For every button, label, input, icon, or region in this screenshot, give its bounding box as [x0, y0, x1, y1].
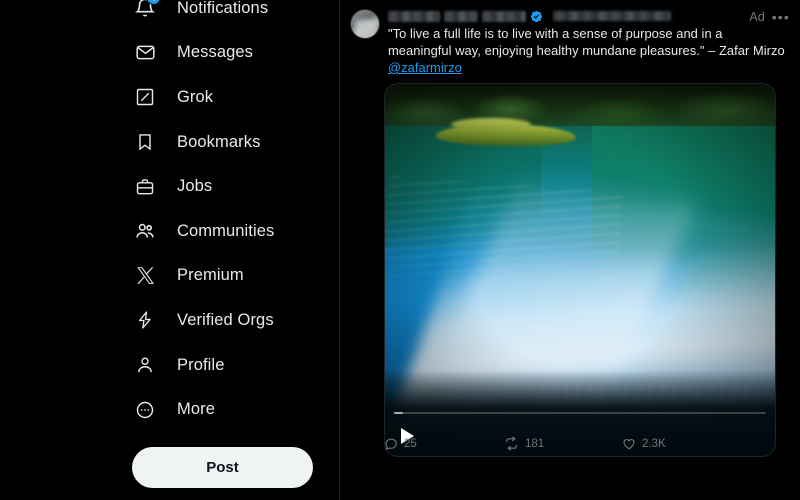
- sidebar-item-premium[interactable]: Premium: [132, 254, 332, 299]
- reply-action[interactable]: 25: [384, 437, 504, 451]
- more-circle-icon: [132, 397, 158, 423]
- sidebar-item-label: Verified Orgs: [177, 310, 274, 329]
- sidebar-item-label: More: [177, 400, 215, 419]
- repost-count: 181: [525, 437, 545, 450]
- ad-controls: Ad •••: [749, 10, 790, 24]
- more-options-icon[interactable]: •••: [772, 10, 790, 24]
- person-icon: [132, 352, 158, 378]
- repost-icon: [504, 436, 519, 451]
- x-logo-icon: [132, 263, 158, 289]
- sidebar-item-notifications[interactable]: 4 Notifications: [132, 0, 332, 31]
- sidebar-item-bookmarks[interactable]: Bookmarks: [132, 120, 332, 165]
- tweet-text: "To live a full life is to live with a s…: [388, 25, 788, 76]
- video-player[interactable]: [384, 83, 776, 457]
- post-button[interactable]: Post: [132, 447, 313, 488]
- sidebar-item-verified-orgs[interactable]: Verified Orgs: [132, 298, 332, 343]
- sidebar-item-label: Premium: [177, 266, 244, 285]
- feed-column: "To live a full life is to live with a s…: [340, 0, 800, 500]
- avatar[interactable]: [350, 9, 380, 39]
- tweet-header-right: "To live a full life is to live with a s…: [388, 8, 788, 76]
- like-action[interactable]: 2.3K: [622, 437, 732, 451]
- repost-action[interactable]: 181: [504, 436, 622, 451]
- sidebar-item-label: Profile: [177, 355, 225, 374]
- verified-badge-icon: [530, 10, 543, 23]
- envelope-icon: [132, 40, 158, 66]
- primary-sidebar: 4 Notifications Messages: [0, 0, 340, 500]
- sidebar-item-profile[interactable]: Profile: [132, 343, 332, 388]
- briefcase-icon: [132, 174, 158, 200]
- sidebar-item-messages[interactable]: Messages: [132, 31, 332, 76]
- sidebar-item-grok[interactable]: Grok: [132, 75, 332, 120]
- sidebar-item-label: Grok: [177, 87, 214, 106]
- x-app-window: 4 Notifications Messages: [0, 0, 800, 500]
- like-count: 2.3K: [642, 437, 666, 450]
- mention-link[interactable]: @zafarmirzo: [388, 60, 462, 75]
- heart-icon: [622, 437, 636, 451]
- sidebar-item-more[interactable]: More: [132, 387, 332, 432]
- tweet-action-bar: 25 181 2.3K: [384, 436, 780, 451]
- lightning-icon: [132, 307, 158, 333]
- promoted-tweet: "To live a full life is to live with a s…: [340, 0, 800, 457]
- redacted-author-handle-block: [553, 11, 671, 21]
- tweet-header: "To live a full life is to live with a s…: [350, 8, 788, 76]
- ad-label: Ad: [749, 10, 765, 24]
- redacted-author-name-block: [482, 10, 526, 22]
- sidebar-item-communities[interactable]: Communities: [132, 209, 332, 254]
- sidebar-item-jobs[interactable]: Jobs: [132, 164, 332, 209]
- communities-icon: [132, 218, 158, 244]
- redacted-author-name-block: [444, 10, 478, 22]
- bell-icon: 4: [132, 0, 161, 21]
- sidebar-item-label: Bookmarks: [177, 132, 261, 151]
- sidebar-item-label: Communities: [177, 221, 275, 240]
- sidebar-item-label: Messages: [177, 43, 254, 62]
- sidebar-item-label: Notifications: [177, 0, 269, 17]
- reply-count: 25: [404, 437, 417, 450]
- video-progress-bar[interactable]: [394, 412, 766, 414]
- bookmark-icon: [132, 129, 158, 155]
- tweet-text-line-2: enjoying healthy mundane pleasures." – Z…: [484, 43, 785, 58]
- grok-icon: [132, 84, 158, 110]
- redacted-author-name-block: [388, 10, 440, 22]
- author-name-row: [388, 8, 788, 24]
- sidebar-nav-list: 4 Notifications Messages: [132, 0, 332, 432]
- comment-icon: [384, 437, 398, 451]
- sidebar-item-label: Jobs: [177, 177, 213, 196]
- video-progress-fill: [394, 412, 404, 414]
